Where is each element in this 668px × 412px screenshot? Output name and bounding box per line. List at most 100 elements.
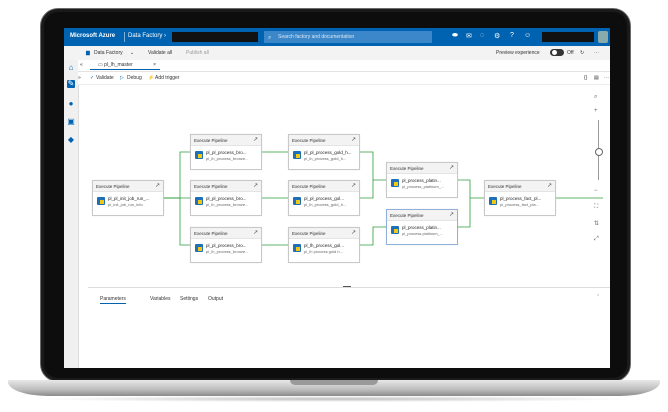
activity-node[interactable]: Execute Pipeline ↗ pl_pl_process_bro... p… bbox=[190, 134, 262, 170]
activity-name: pl_process_platin... bbox=[402, 178, 441, 183]
activity-header: Execute Pipeline ↗ bbox=[485, 181, 555, 192]
activity-header: Execute Pipeline ↗ bbox=[289, 228, 359, 239]
publish-all-button[interactable]: Publish all bbox=[186, 50, 209, 56]
activity-header: Execute Pipeline ↗ bbox=[93, 181, 163, 192]
activity-node[interactable]: Execute Pipeline ↗ pl_process_platin... p… bbox=[386, 209, 458, 245]
factory-command-bar: ▆ Data Factory ⌄ Validate all Publish al… bbox=[64, 46, 610, 61]
add-trigger-button[interactable]: Add trigger bbox=[155, 75, 179, 81]
zoom-in-icon[interactable]: + bbox=[594, 108, 598, 114]
open-link-icon[interactable]: ↗ bbox=[253, 181, 258, 192]
close-icon[interactable]: × bbox=[153, 60, 156, 70]
expand-canvas-icon[interactable]: ⤢ bbox=[594, 236, 599, 243]
git-branch-selector[interactable]: Data Factory bbox=[94, 50, 123, 56]
bell-icon[interactable]: ◌ bbox=[480, 32, 484, 39]
open-link-icon[interactable]: ↗ bbox=[253, 135, 258, 146]
activity-node[interactable]: Execute Pipeline ↗ pl_pl_process_bro... p… bbox=[190, 180, 262, 216]
learning-hat-icon[interactable]: ◆ bbox=[67, 136, 75, 144]
tab-settings[interactable]: Settings bbox=[180, 296, 198, 302]
activity-subtitle: pl_lh_process_bronze... bbox=[206, 156, 249, 161]
activity-node[interactable]: Execute Pipeline ↗ pl_process_platin... p… bbox=[386, 162, 458, 198]
topbar-divider bbox=[124, 32, 125, 42]
activity-node[interactable]: Execute Pipeline ↗ pl_pl_init_job_run_...… bbox=[92, 180, 164, 216]
link-n4-n7 bbox=[360, 151, 386, 181]
properties-icon[interactable]: ▤ bbox=[594, 75, 599, 81]
activity-type: Execute Pipeline bbox=[292, 231, 326, 236]
screen: Microsoft Azure Data Factory › ⌕ Search … bbox=[64, 28, 610, 368]
activity-type: Execute Pipeline bbox=[488, 184, 522, 189]
search-input[interactable]: ⌕ Search factory and documentation bbox=[264, 31, 432, 43]
help-icon[interactable]: ? bbox=[510, 32, 514, 39]
activity-name: pl_process_fact_pl... bbox=[500, 196, 542, 201]
activity-type: Execute Pipeline bbox=[292, 138, 326, 143]
auto-align-icon[interactable]: ⇅ bbox=[594, 220, 599, 227]
open-link-icon[interactable]: ↗ bbox=[155, 181, 160, 192]
brand-label[interactable]: Microsoft Azure bbox=[70, 33, 115, 39]
manage-toolbox-icon[interactable]: ▣ bbox=[67, 118, 75, 126]
more-icon[interactable]: ⋯ bbox=[594, 50, 599, 56]
zoom-out-icon[interactable]: − bbox=[594, 188, 598, 194]
activity-subtitle: pl_process_platinum_... bbox=[402, 184, 445, 189]
activity-header: Execute Pipeline ↗ bbox=[387, 163, 457, 174]
debug-button[interactable]: Debug bbox=[127, 75, 142, 81]
pipeline-icon bbox=[293, 151, 301, 159]
open-link-icon[interactable]: ↗ bbox=[351, 181, 356, 192]
open-link-icon[interactable]: ↗ bbox=[351, 135, 356, 146]
home-icon[interactable]: ⌂ bbox=[67, 64, 75, 72]
collapse-icon[interactable]: « bbox=[80, 62, 83, 68]
tab-parameters[interactable]: Parameters bbox=[100, 296, 126, 304]
settings-icon[interactable]: ⚙ bbox=[494, 32, 500, 40]
link-n0-n3 bbox=[164, 197, 190, 246]
tab-output[interactable]: Output bbox=[208, 296, 223, 302]
validate-button[interactable]: Validate bbox=[96, 75, 114, 81]
refresh-icon[interactable]: ↻ bbox=[580, 50, 584, 56]
expand-icon[interactable]: » bbox=[78, 75, 81, 81]
git-icon: ▆ bbox=[86, 50, 90, 56]
activity-header: Execute Pipeline ↗ bbox=[289, 181, 359, 192]
activity-subtitle: pl_init_job_run_info bbox=[108, 202, 143, 207]
notifications-icon[interactable]: ⬬ bbox=[452, 32, 458, 40]
preview-toggle[interactable] bbox=[550, 49, 564, 56]
author-pencil-icon[interactable]: ✎ bbox=[67, 80, 75, 88]
open-link-icon[interactable]: ↗ bbox=[547, 181, 552, 192]
avatar[interactable] bbox=[598, 31, 608, 43]
pipeline-canvas[interactable]: Execute Pipeline ↗ pl_pl_init_job_run_...… bbox=[88, 85, 603, 287]
collapse-panel-icon[interactable]: ⌃ bbox=[596, 294, 600, 300]
tab-pipeline[interactable]: ▭ pl_lh_master × bbox=[90, 60, 160, 70]
search-canvas-icon[interactable]: ⌕ bbox=[594, 94, 597, 101]
tab-variables[interactable]: Variables bbox=[150, 296, 170, 302]
activity-node[interactable]: Execute Pipeline ↗ pl_pl_process_bro... p… bbox=[190, 227, 262, 263]
laptop-shadow bbox=[30, 396, 638, 402]
activity-node[interactable]: Execute Pipeline ↗ pl_pl_process_gold_h..… bbox=[288, 134, 360, 170]
code-icon[interactable]: {} bbox=[584, 75, 587, 81]
feedback-icon[interactable]: ✉ bbox=[466, 32, 472, 40]
pipeline-icon bbox=[391, 226, 399, 234]
azure-top-bar: Microsoft Azure Data Factory › ⌕ Search … bbox=[64, 28, 610, 46]
link-n7-n9 bbox=[458, 179, 484, 199]
breadcrumb-chevron-icon: › bbox=[164, 33, 167, 39]
activity-subtitle: pl_process platinum_... bbox=[402, 231, 444, 236]
open-link-icon[interactable]: ↗ bbox=[351, 228, 356, 239]
laptop-notch bbox=[290, 380, 378, 385]
monitor-icon[interactable]: ● bbox=[67, 100, 75, 108]
fit-to-screen-icon[interactable]: ⛶ bbox=[594, 204, 598, 211]
activity-subtitle: pl_lh_process_gold_h... bbox=[304, 202, 347, 207]
activity-header: Execute Pipeline ↗ bbox=[191, 181, 261, 192]
activity-name: pl_pl_process_gol... bbox=[304, 196, 345, 201]
validate-all-button[interactable]: Validate all bbox=[148, 50, 172, 56]
panel-resize-grip[interactable] bbox=[343, 286, 351, 287]
activity-header: Execute Pipeline ↗ bbox=[191, 135, 261, 146]
activity-node[interactable]: Execute Pipeline ↗ pl_lh_process_gol... p… bbox=[288, 227, 360, 263]
activity-node[interactable]: Execute Pipeline ↗ pl_process_fact_pl... … bbox=[484, 180, 556, 216]
open-link-icon[interactable]: ↗ bbox=[449, 163, 454, 174]
activity-subtitle: pl_process_fact_pla... bbox=[500, 202, 539, 207]
search-placeholder: Search factory and documentation bbox=[278, 34, 355, 40]
more-options-icon[interactable]: ⋯ bbox=[604, 75, 609, 81]
activity-node[interactable]: Execute Pipeline ↗ pl_pl_process_gol... p… bbox=[288, 180, 360, 216]
people-icon[interactable]: ☺ bbox=[524, 32, 531, 39]
open-link-icon[interactable]: ↗ bbox=[253, 228, 258, 239]
open-link-icon[interactable]: ↗ bbox=[449, 210, 454, 221]
service-label[interactable]: Data Factory › bbox=[128, 33, 166, 39]
activity-type: Execute Pipeline bbox=[390, 166, 424, 171]
zoom-slider-knob[interactable] bbox=[595, 148, 603, 156]
link-n8-n9 bbox=[458, 198, 471, 228]
